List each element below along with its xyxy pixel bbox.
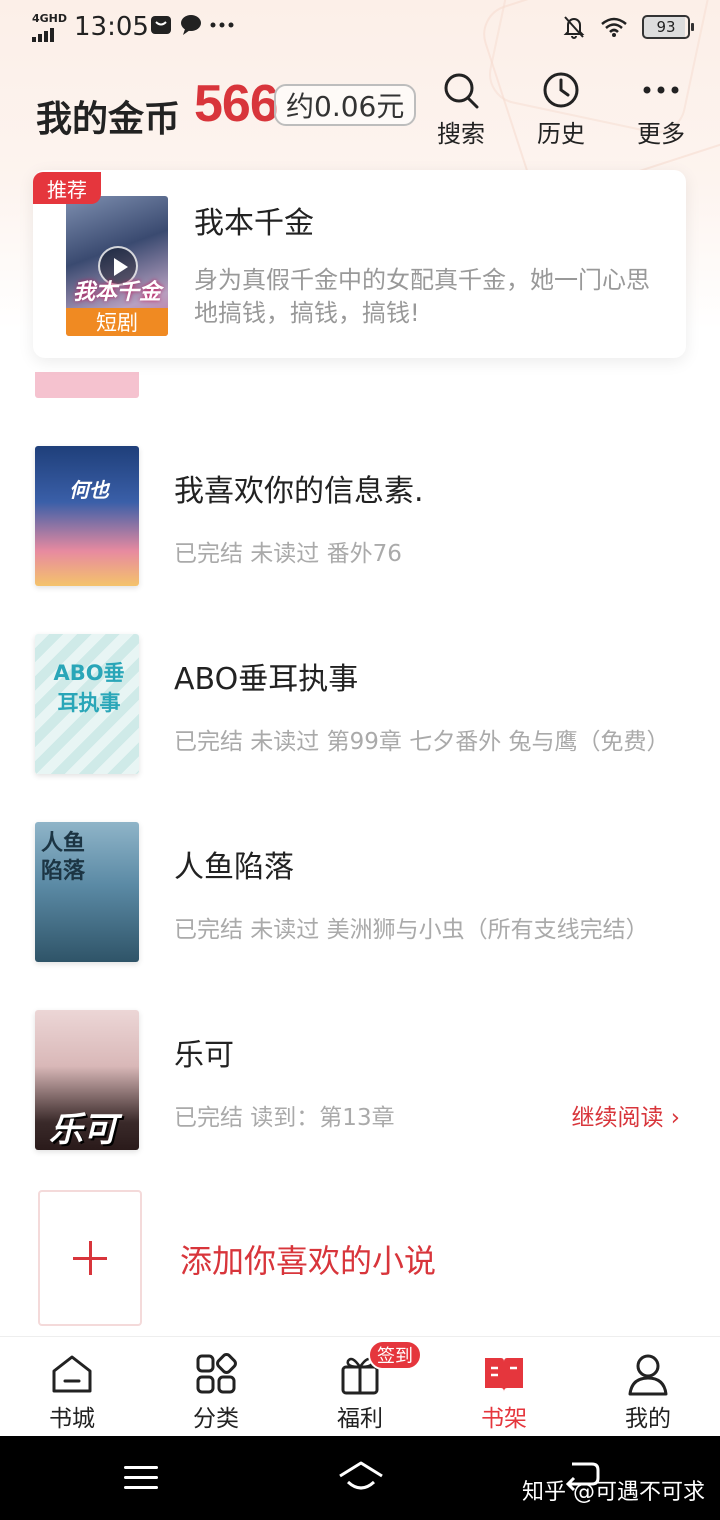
category-icon bbox=[196, 1353, 237, 1394]
book-item[interactable]: 乐可 乐可 已完结 读到：第13章 继续阅读 › bbox=[0, 1010, 720, 1160]
sign-in-badge[interactable]: 签到 bbox=[368, 1340, 422, 1370]
book-cover-title: 人鱼陷落 bbox=[41, 831, 86, 884]
chat-bubble-icon bbox=[181, 15, 201, 35]
system-icons: 93 bbox=[562, 14, 694, 40]
clock-icon bbox=[543, 72, 579, 108]
recommend-description: 身为真假千金中的女配真千金，她一门心思地搞钱，搞钱，搞钱! bbox=[194, 266, 650, 327]
tab-profile[interactable]: 我的 bbox=[598, 1351, 698, 1433]
menu-icon[interactable] bbox=[124, 1466, 158, 1490]
add-book-label[interactable]: 添加你喜欢的小说 bbox=[180, 1236, 436, 1282]
bookshelf-icon bbox=[485, 1358, 523, 1392]
tab-bookshelf[interactable]: 书架 bbox=[454, 1351, 554, 1433]
search-label: 搜索 bbox=[437, 120, 485, 148]
bookshelf-screen: 4GHD 13:05 93 我的金币 566 约0.06元 搜索 历史 更多 推… bbox=[0, 0, 720, 1520]
battery-icon: 93 bbox=[642, 15, 694, 39]
book-title: 人鱼陷落 bbox=[174, 850, 294, 885]
book-item[interactable]: 人鱼陷落 人鱼陷落 已完结 未读过 美洲狮与小虫（所有支线完结） bbox=[0, 822, 720, 972]
book-cover-title: 乐可 bbox=[49, 1110, 117, 1150]
book-cover-title: ABO垂耳执事 bbox=[53, 661, 125, 715]
book-title: 乐可 bbox=[174, 1038, 234, 1073]
book-item[interactable]: 何也 我喜欢你的信息素. 已完结 未读过 番外76 bbox=[0, 446, 720, 596]
message-app-icon bbox=[151, 16, 171, 34]
search-icon bbox=[444, 73, 479, 109]
bottom-tab-bar: 书城 分类 福利 书架 我的 bbox=[0, 1336, 720, 1436]
history-button[interactable]: 历史 bbox=[526, 70, 596, 148]
more-notifications-icon bbox=[210, 22, 234, 28]
tab-label: 分类 bbox=[193, 1406, 239, 1432]
notification-icons bbox=[150, 14, 234, 36]
coins-label: 我的金币 bbox=[36, 99, 181, 140]
book-meta: 已完结 未读过 番外76 bbox=[174, 541, 402, 567]
continue-reading-link[interactable]: 继续阅读 › bbox=[571, 1098, 680, 1132]
recommend-tag: 推荐 bbox=[33, 172, 101, 204]
coins-approx-value[interactable]: 约0.06元 bbox=[274, 84, 417, 126]
watermark-text: 知乎 @可遇不可求 bbox=[522, 1480, 705, 1505]
tab-category[interactable]: 分类 bbox=[166, 1351, 266, 1433]
plus-icon bbox=[73, 1241, 107, 1275]
history-label: 历史 bbox=[537, 120, 585, 148]
book-cover[interactable]: 乐可 bbox=[35, 1010, 139, 1150]
home-nav-icon[interactable] bbox=[338, 1460, 384, 1494]
recommend-title[interactable]: 我本千金 bbox=[194, 198, 314, 242]
more-icon bbox=[643, 86, 679, 94]
home-icon bbox=[52, 1355, 92, 1393]
book-cover[interactable]: 人鱼陷落 bbox=[35, 822, 139, 962]
search-button[interactable]: 搜索 bbox=[426, 70, 496, 148]
signal-icon: 4GHD bbox=[30, 12, 70, 42]
network-type: 4GHD bbox=[32, 12, 68, 25]
mute-bell-icon bbox=[563, 16, 585, 39]
book-cover[interactable]: 何也 bbox=[35, 446, 139, 586]
add-book-button[interactable] bbox=[38, 1190, 142, 1326]
wifi-icon bbox=[601, 17, 627, 37]
book-title: ABO垂耳执事 bbox=[174, 662, 359, 697]
book-meta: 已完结 未读过 美洲狮与小虫（所有支线完结） bbox=[174, 917, 649, 943]
book-title: 我喜欢你的信息素. bbox=[174, 474, 424, 509]
short-drama-band: 短剧 bbox=[66, 308, 168, 336]
tab-label: 我的 bbox=[625, 1406, 671, 1432]
more-label: 更多 bbox=[637, 120, 685, 148]
status-time: 13:05 bbox=[74, 12, 149, 42]
tab-bookstore[interactable]: 书城 bbox=[22, 1351, 122, 1433]
more-button[interactable]: 更多 bbox=[626, 70, 696, 148]
recommend-cover-title: 我本千金 bbox=[72, 280, 161, 305]
tab-label: 福利 bbox=[337, 1406, 383, 1432]
book-cover-partial[interactable] bbox=[35, 372, 139, 398]
book-cover[interactable]: ABO垂耳执事 bbox=[35, 634, 139, 774]
tab-label: 书架 bbox=[481, 1406, 527, 1432]
tab-label: 书城 bbox=[49, 1406, 95, 1432]
status-bar: 4GHD 13:05 93 bbox=[0, 0, 720, 56]
book-meta: 已完结 未读过 第99章 七夕番外 兔与鹰（免费） bbox=[174, 729, 670, 755]
recommend-cover[interactable]: 我本千金 短剧 bbox=[66, 196, 168, 336]
coins-value[interactable]: 566 bbox=[194, 74, 279, 134]
book-meta: 已完结 读到：第13章 bbox=[174, 1105, 395, 1131]
book-item[interactable]: ABO垂耳执事 ABO垂耳执事 已完结 未读过 第99章 七夕番外 兔与鹰（免费… bbox=[0, 634, 720, 784]
profile-icon bbox=[628, 1354, 668, 1396]
book-cover-title: 何也 bbox=[69, 478, 109, 502]
